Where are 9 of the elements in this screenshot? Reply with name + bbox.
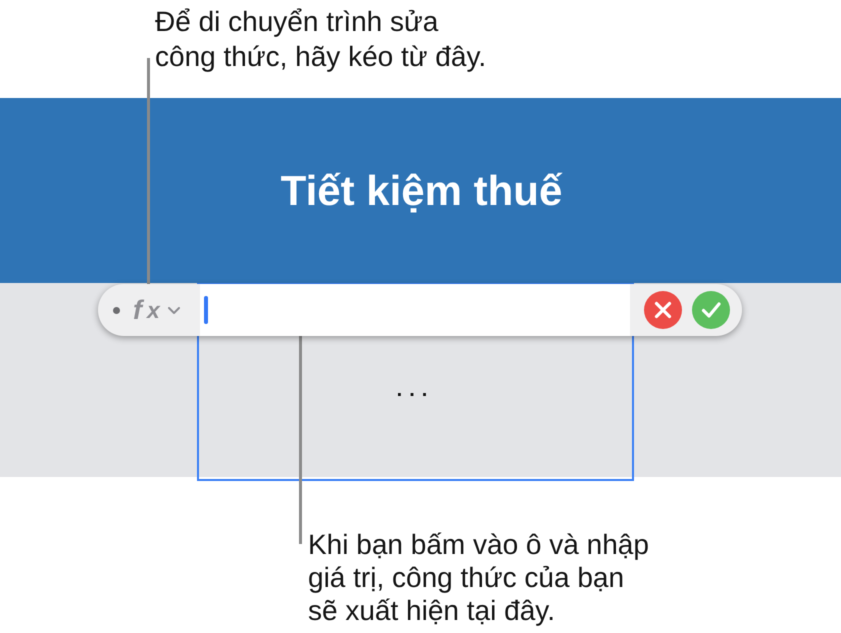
table-title: Tiết kiệm thuế <box>280 167 562 215</box>
close-icon[interactable] <box>644 291 682 329</box>
callout-text: Khi bạn bấm vào ô và nhập giá trị, công thức của bạn sẽ xuất hiện tại đây. <box>308 528 650 627</box>
chevron-down-icon <box>168 306 180 314</box>
callout-text: Để di chuyển trình sửa công thức, hãy kéo từ đây. <box>155 5 488 74</box>
dot-icon[interactable] <box>113 306 120 314</box>
checkmark-icon[interactable] <box>692 291 730 329</box>
text-cursor-icon <box>204 296 208 324</box>
formula-input-field[interactable] <box>200 284 630 336</box>
